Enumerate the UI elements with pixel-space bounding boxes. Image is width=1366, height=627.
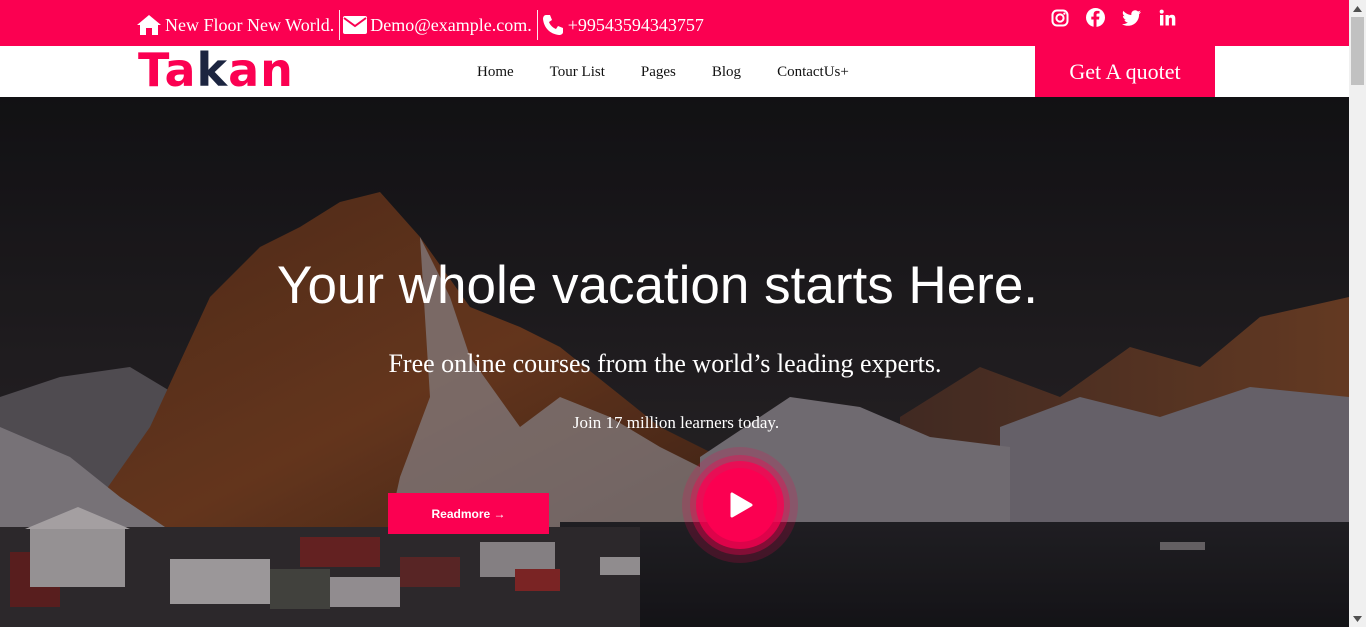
readmore-button[interactable]: Readmore → <box>388 493 549 534</box>
social-links <box>1050 8 1177 27</box>
scroll-up-arrow-icon[interactable] <box>1349 0 1366 17</box>
play-button[interactable] <box>680 445 800 565</box>
logo-part-1: Ta <box>138 43 197 97</box>
twitter-icon[interactable] <box>1122 8 1141 27</box>
envelope-icon <box>343 16 368 34</box>
hero-title: Your whole vacation starts Here. <box>276 256 1039 315</box>
nav-pages[interactable]: Pages <box>641 64 676 81</box>
main-nav: Home Tour List Pages Blog ContactUs+ <box>477 64 885 81</box>
logo-part-3: an <box>228 43 294 97</box>
page-scrollbar[interactable] <box>1349 0 1366 627</box>
contact-info: New Floor New World. Demo@example.com. +… <box>136 10 707 40</box>
logo[interactable]: Takan <box>138 42 294 98</box>
phone-icon <box>541 13 565 37</box>
nav-tour-list[interactable]: Tour List <box>550 64 605 81</box>
home-icon <box>136 14 162 36</box>
phone-item[interactable]: +99543594343757 <box>541 10 707 40</box>
linkedin-icon[interactable] <box>1158 8 1177 27</box>
hero-subtitle: Free online courses from the world’s lea… <box>388 349 942 378</box>
nav-blog[interactable]: Blog <box>712 64 741 81</box>
email-item[interactable]: Demo@example.com. <box>343 10 535 40</box>
hero-section: Your whole vacation starts Here. Free on… <box>0 97 1349 627</box>
get-quote-button[interactable]: Get A quotet <box>1035 46 1215 97</box>
scroll-down-arrow-icon[interactable] <box>1349 610 1366 627</box>
logo-part-2: k <box>196 43 229 97</box>
divider <box>339 10 341 40</box>
phone-text[interactable]: +99543594343757 <box>568 15 704 36</box>
address-item: New Floor New World. <box>136 10 337 40</box>
top-bar: New Floor New World. Demo@example.com. +… <box>0 0 1349 46</box>
play-icon <box>682 447 798 563</box>
facebook-icon[interactable] <box>1086 8 1105 27</box>
divider <box>536 10 538 40</box>
scroll-thumb[interactable] <box>1351 17 1364 85</box>
email-text[interactable]: Demo@example.com. <box>370 15 532 36</box>
main-header: Takan Home Tour List Pages Blog ContactU… <box>0 43 1349 97</box>
nav-contact-us[interactable]: ContactUs+ <box>777 64 849 81</box>
address-text: New Floor New World. <box>165 14 335 35</box>
hero-tagline: Join 17 million learners today. <box>572 413 780 432</box>
nav-home[interactable]: Home <box>477 64 514 81</box>
instagram-icon[interactable] <box>1050 8 1069 27</box>
